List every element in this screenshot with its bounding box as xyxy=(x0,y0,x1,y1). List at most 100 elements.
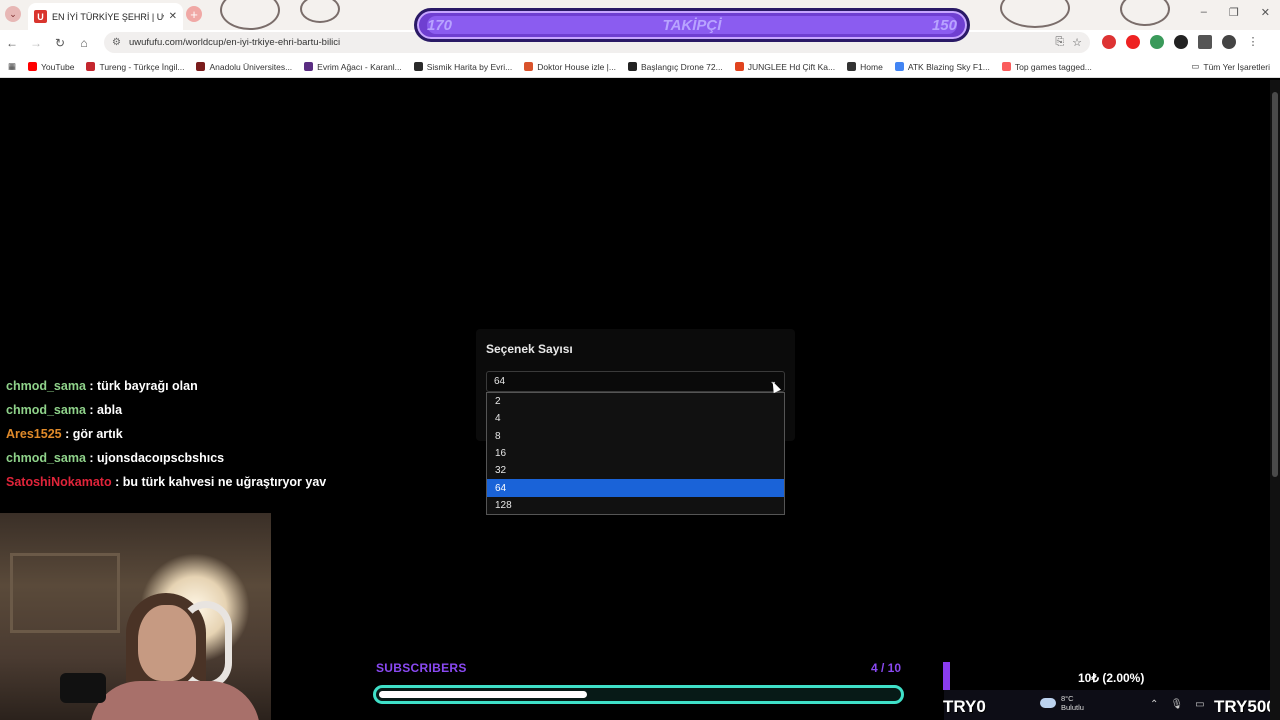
donation-goal-try: TRY500 xyxy=(1214,697,1276,716)
extensions-puzzle-icon[interactable] xyxy=(1198,35,1212,49)
chat-message: SatoshiNokamato : bu türk kahvesi ne uğr… xyxy=(6,473,426,497)
cloud-icon xyxy=(1040,698,1056,708)
microphone xyxy=(60,673,106,703)
window-controls: – ❐ ✕ xyxy=(1201,6,1270,19)
reload-icon[interactable]: ↻ xyxy=(48,36,72,50)
bookmark-label: Anadolu Üniversites... xyxy=(209,61,293,72)
bookmark-item[interactable]: YouTube xyxy=(28,62,74,72)
bookmark-item[interactable]: Doktor House izle |... xyxy=(524,62,616,72)
bookmark-label: Tureng - Türkçe İngil... xyxy=(99,61,185,72)
select-option[interactable]: 128 xyxy=(487,497,784,514)
weather-widget[interactable]: 8°C Bulutlu xyxy=(1040,694,1084,712)
donation-accent-bar xyxy=(943,662,950,690)
chevron-up-icon[interactable]: ⌃ xyxy=(1150,699,1158,710)
apps-grid-icon[interactable]: ▦ xyxy=(8,61,16,72)
back-icon[interactable]: ← xyxy=(0,36,24,50)
microphone-icon[interactable]: 🎙 xyxy=(1170,699,1183,710)
forward-icon[interactable]: → xyxy=(24,36,48,50)
bookmark-item[interactable]: Tureng - Türkçe İngil... xyxy=(86,62,184,72)
folder-icon: ▭ xyxy=(1191,61,1200,71)
bookmark-item[interactable]: Sismik Harita by Evri... xyxy=(413,62,512,72)
chat-separator: : xyxy=(85,403,98,417)
minimize-icon[interactable]: – xyxy=(1201,6,1207,19)
scrollbar-thumb[interactable] xyxy=(1272,92,1278,477)
new-tab-button[interactable]: + xyxy=(186,6,202,22)
active-tab[interactable]: U EN İYİ TÜRKİYE ŞEHRİ | UwUFU ✕ xyxy=(28,3,183,30)
chat-message: chmod_sama : abla xyxy=(6,401,426,425)
bookmark-item[interactable]: Top games tagged... xyxy=(1001,62,1092,72)
home-icon[interactable]: ⌂ xyxy=(72,36,96,50)
menu-kebab-icon[interactable]: ⋮ xyxy=(1246,35,1260,49)
dialog-title: Seçenek Sayısı xyxy=(486,342,573,356)
close-tab-icon[interactable]: ✕ xyxy=(169,11,177,22)
bookmark-favicon-icon xyxy=(734,62,744,71)
chat-text: bu türk kahvesi ne uğraştıryor yav xyxy=(122,475,327,489)
select-option[interactable]: 32 xyxy=(487,462,784,479)
chat-separator: : xyxy=(85,379,98,393)
chat-username: chmod_sama xyxy=(6,403,86,417)
extension-shield-icon[interactable] xyxy=(1126,35,1140,49)
subscribers-label: SUBSCRIBERS xyxy=(376,661,467,675)
bookmark-label: YouTube xyxy=(41,61,75,72)
chat-text: abla xyxy=(97,403,123,417)
translate-icon[interactable]: ⎘ xyxy=(1055,36,1064,49)
extension-green-icon[interactable] xyxy=(1150,35,1164,49)
bookmark-favicon-icon xyxy=(524,62,534,71)
chat-text: gör artık xyxy=(72,427,123,441)
bookmark-item[interactable]: ATK Blazing Sky F1... xyxy=(894,61,990,72)
extension-abp-icon[interactable] xyxy=(1102,35,1116,49)
chat-message: chmod_sama : türk bayrağı olan xyxy=(6,377,426,401)
chat-text: türk bayrağı olan xyxy=(97,379,198,393)
bookmark-favicon-icon xyxy=(1001,62,1011,71)
background-doodle xyxy=(220,0,280,30)
system-tray: ⌃ 🎙 ▭ xyxy=(1150,699,1205,710)
bookmark-favicon-icon xyxy=(304,62,314,71)
bookmark-label: ATK Blazing Sky F1... xyxy=(907,61,990,72)
bookmark-label: JUNGLEE Hd Çift Ka... xyxy=(747,61,836,72)
all-bookmarks-label: Tüm Yer İşaretleri xyxy=(1203,61,1270,72)
display-icon[interactable]: ▭ xyxy=(1195,699,1204,710)
page-scrollbar[interactable] xyxy=(1270,80,1280,720)
extension-diamond-icon[interactable] xyxy=(1174,35,1188,49)
chat-username: chmod_sama xyxy=(6,379,86,393)
bookmark-favicon-icon xyxy=(894,62,904,71)
select-dropdown-list: 2 4 8 16 32 64 128 xyxy=(486,392,785,515)
bookmarks-bar: ▦ YouTube Tureng - Türkçe İngil... Anadolu… xyxy=(0,56,1280,78)
option-count-select[interactable]: 64 ⌄ xyxy=(486,371,785,392)
site-info-icon[interactable]: ⚙ xyxy=(112,37,121,48)
weather-temp: 8°C xyxy=(1061,694,1074,703)
chat-username: chmod_sama xyxy=(6,451,86,465)
background-shelf xyxy=(10,553,120,633)
chat-username: SatoshiNokamato xyxy=(6,475,112,489)
maximize-icon[interactable]: ❐ xyxy=(1229,6,1239,19)
bookmark-favicon-icon xyxy=(196,62,206,71)
extensions-area: ⋮ xyxy=(1102,35,1260,49)
select-option[interactable]: 16 xyxy=(487,445,784,462)
background-doodle xyxy=(1000,0,1070,28)
close-window-icon[interactable]: ✕ xyxy=(1261,6,1270,19)
chat-separator: : xyxy=(85,451,98,465)
select-current-value: 64 xyxy=(494,376,506,387)
bookmark-item[interactable]: Anadolu Üniversites... xyxy=(196,62,292,72)
chat-username: Ares1525 xyxy=(6,427,62,441)
all-bookmarks-button[interactable]: ▭ Tüm Yer İşaretleri xyxy=(1191,61,1270,72)
tab-search-icon[interactable]: ⌄ xyxy=(5,6,21,22)
follower-goal-bar: 170 TAKİPÇİ 150 xyxy=(414,8,970,42)
webcam-feed xyxy=(0,513,271,720)
bookmark-item[interactable]: Başlangıç Drone 72... xyxy=(627,62,723,72)
select-option[interactable]: 64 xyxy=(487,479,784,497)
chat-message: Ares1525 : gör artık xyxy=(6,425,426,449)
bookmark-item[interactable]: Evrim Ağacı - Karanl... xyxy=(304,62,402,72)
bookmark-item[interactable]: JUNGLEE Hd Çift Ka... xyxy=(734,61,836,72)
select-option[interactable]: 8 xyxy=(487,428,784,445)
select-option[interactable]: 4 xyxy=(487,410,784,427)
subscribers-count: 4 / 10 xyxy=(871,661,902,675)
subscribers-progress-bar xyxy=(373,685,904,704)
profile-avatar[interactable] xyxy=(1222,35,1236,49)
bookmark-item[interactable]: Home xyxy=(847,62,883,72)
chat-overlay: chmod_sama : türk bayrağı olan chmod_sama… xyxy=(6,377,426,497)
bookmark-star-icon[interactable]: ☆ xyxy=(1072,36,1082,49)
select-option[interactable]: 2 xyxy=(487,393,784,410)
bookmark-favicon-icon xyxy=(847,62,857,71)
bookmark-favicon-icon xyxy=(413,62,423,71)
